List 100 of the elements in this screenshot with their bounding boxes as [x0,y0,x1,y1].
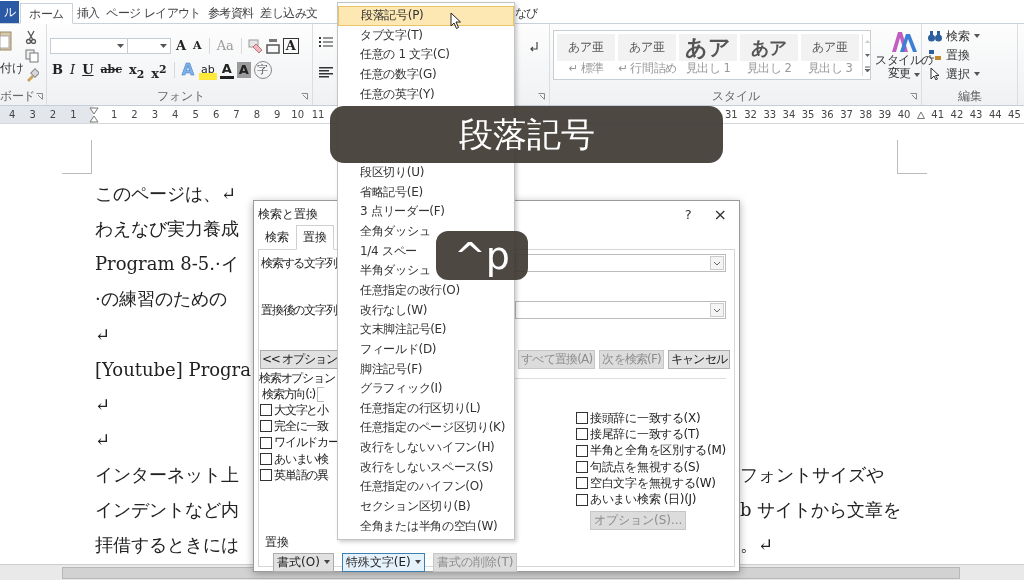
ribbon-tab[interactable]: なび [515,3,541,23]
document-text: b サイトから文章を [740,498,903,523]
document-text: Program 8-5.·イ [94,251,240,276]
ruler-number: 2 [130,109,139,120]
menu-item[interactable]: 全角ダッシュ [338,222,431,242]
ruler-number: 36 [820,109,834,120]
character-border-button[interactable]: A [282,38,299,54]
menu-item[interactable]: セクション区切り(B) [338,497,471,517]
ribbon-tab[interactable]: 差し込み文 [257,3,321,23]
ruler-number: 43 [969,109,983,120]
strikethrough-button[interactable]: abc [98,60,124,80]
ribbon-tab[interactable]: ページ レイアウト [103,3,204,23]
ruler-number: 3 [28,109,37,120]
checkbox-label: 英単語の異 [274,466,328,484]
find-label: 検索する文字列 [260,255,338,272]
menu-item[interactable]: 脚注記号(F) [338,359,423,380]
ruler-number: 9 [273,109,282,120]
menu-item[interactable]: 改行をしないハイフン(H) [338,438,495,458]
help-button[interactable]: ? [684,204,692,224]
checkbox-label: 大文字と小 [274,401,328,419]
dialog-tab[interactable]: 置換 [296,225,334,250]
document-text: ↵ [94,323,112,345]
ruler-number: 1 [109,109,119,120]
direction-label: 検索方向(:) [262,385,315,403]
ribbon-tab[interactable]: ホーム [20,3,73,24]
dialog-button[interactable]: 特殊文字(E) [341,552,425,572]
ribbon-tab[interactable]: 参考資料 [204,3,257,23]
ruler-number: 1 [69,109,78,120]
menu-item[interactable]: 任意指定のページ区切り(K) [338,418,506,439]
menu-item[interactable]: 任意指定のハイフン(O) [338,477,484,498]
caption-tooltip: 段落記号 [330,106,723,163]
menu-item[interactable]: 段区切り(U) [338,163,425,183]
checkbox-label: 半角と全角を区別する(M) [590,442,726,460]
menu-item[interactable]: 1/4 スペー [338,241,418,262]
italic-button[interactable]: I [68,60,78,80]
dialog-tab[interactable]: 検索 [260,226,294,249]
underline-button[interactable]: U [80,60,96,80]
group-label: 編集 [957,88,982,105]
menu-item[interactable]: 任意の英字(Y) [338,84,435,105]
style-tile[interactable]: あア 見出し 1 [679,34,737,76]
ruler-number: 33 [763,109,777,120]
font-color-button[interactable]: A [219,61,234,79]
menu-item[interactable]: 任意指定の改行(O) [338,281,460,301]
ruler-number: 35 [801,109,815,120]
menu-item[interactable]: 改行なし(W) [338,300,428,321]
options-button[interactable]: << オプション [260,350,339,369]
ruler-number: 7 [232,109,241,120]
checkbox-label: あいまい検 [274,450,328,468]
superscript-button[interactable]: x$^{2}$ [149,60,169,80]
ribbon-tab[interactable]: ル [0,1,20,23]
document-text: このページは、↵ [94,181,238,206]
ruler-number: 6 [211,109,221,120]
close-button[interactable]: × [713,204,727,224]
caption-tooltip: ^p [436,231,528,280]
document-text: わえなび実力養成 [94,216,240,241]
ruler-number: 10 [290,109,305,120]
paste-label[interactable]: 付け [0,60,23,77]
ruler-number: 41 [931,109,945,120]
style-tile[interactable]: あア亜 ↵ 行間詰め [618,34,676,76]
document-text: [Youtube] Progra [94,359,252,381]
document-text: インターネット上 [94,463,240,488]
menu-item[interactable]: 任意指定の行区切り(L) [338,398,481,419]
section-label: 検索オプション [259,371,336,386]
menu-item[interactable]: グラフィック(I) [338,379,443,399]
checkbox-label: 接頭辞に一致する(X) [590,409,701,427]
ruler-number: 31 [725,109,738,120]
menu-item[interactable]: 半角ダッシュ [338,261,431,281]
document-text: インデントなど内 [94,498,240,523]
subscript-button[interactable]: x$_{2}$ [127,60,147,80]
character-shading-button[interactable]: A [236,62,251,78]
style-tile[interactable]: あア亜 見出し 3 [801,34,859,76]
bold-button[interactable]: B [50,60,65,80]
style-tile[interactable]: あア 見出し 2 [740,34,798,76]
ruler-number: 34 [782,109,796,120]
menu-item[interactable]: 任意の 1 文字(C) [338,45,450,65]
ruler-number: 2 [48,109,58,120]
dialog-button[interactable]: キャンセル [668,350,730,369]
menu-item[interactable]: 段落記号(P) [338,6,514,26]
menu-item[interactable]: 改行をしないスペース(S) [338,457,494,478]
menu-item[interactable]: 文末脚注記号(E) [338,320,447,340]
menu-item[interactable]: 任意の数字(G) [338,64,437,85]
ruler-number: 40 [897,109,911,120]
ruler-number: 42 [950,109,964,120]
style-tile[interactable]: あア亜 ↵ 標準 [557,34,615,76]
menu-item[interactable]: フィールド(D) [338,339,437,360]
shrink-font-button[interactable]: A [191,36,204,56]
ruler-number: 8 [252,109,262,120]
checkbox-label: 接尾辞に一致する(T) [590,425,700,443]
menu-item[interactable]: 3 点リーダー(F) [338,202,445,223]
group-label: ボード [0,88,35,105]
menu-item[interactable]: 全角または半角の空白(W) [338,516,498,537]
dialog-button[interactable]: 書式(O) [273,552,334,572]
checkbox-label: 完全に一致 [274,417,328,435]
document-text: フォントサイズや [740,463,885,488]
grow-font-button[interactable]: A [174,36,189,56]
menu-item[interactable]: 省略記号(E) [338,182,423,203]
menu-item[interactable]: タブ文字(T) [338,25,423,46]
checkbox-label: 空白文字を無視する(W) [590,474,716,492]
ribbon-tab[interactable]: 挿入 [73,3,103,23]
document-text: ·の練習のための [94,287,228,312]
